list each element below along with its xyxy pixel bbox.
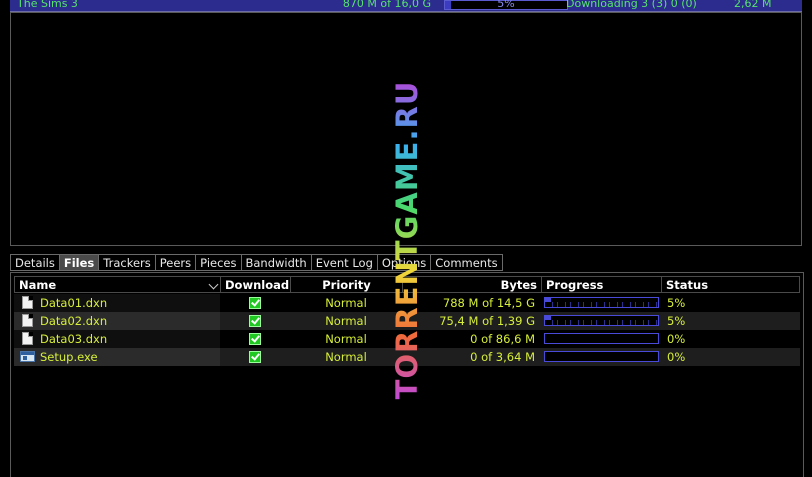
column-name-label: Name xyxy=(19,278,57,292)
watermark-text: TORRENTGAME.RU xyxy=(390,80,424,400)
file-priority[interactable]: Normal xyxy=(290,294,402,312)
file-progress-cell xyxy=(541,312,661,330)
file-name: Setup.exe xyxy=(40,350,98,364)
file-name: Data02.dxn xyxy=(40,314,108,328)
document-icon xyxy=(22,314,33,327)
detail-tabs: Details Files Trackers Peers Pieces Band… xyxy=(10,254,503,272)
file-name-cell: Data03.dxn xyxy=(14,330,220,348)
executable-icon xyxy=(20,351,35,362)
file-priority[interactable]: Normal xyxy=(290,348,402,366)
column-header-progress[interactable]: Progress xyxy=(541,276,662,293)
download-checkbox[interactable] xyxy=(249,333,261,345)
download-checkbox[interactable] xyxy=(249,351,261,363)
tab-event-log[interactable]: Event Log xyxy=(310,254,378,271)
tab-comments[interactable]: Comments xyxy=(430,254,503,271)
file-progress-bar xyxy=(544,315,659,326)
torrent-progress-label: 5% xyxy=(497,0,515,10)
download-checkbox[interactable] xyxy=(249,297,261,309)
column-header-name[interactable]: Name xyxy=(14,276,221,293)
file-progress-cell xyxy=(541,348,661,366)
download-checkbox[interactable] xyxy=(249,315,261,327)
file-progress-bar xyxy=(544,333,659,344)
column-header-status[interactable]: Status xyxy=(661,276,800,293)
file-progress-cell xyxy=(541,330,661,348)
tab-files[interactable]: Files xyxy=(58,254,100,271)
file-priority[interactable]: Normal xyxy=(290,330,402,348)
file-name: Data01.dxn xyxy=(40,296,108,310)
file-pieces-map xyxy=(545,302,658,307)
torrent-row[interactable]: The Sims 3 870 M of 16,0 G 5% Downloadin… xyxy=(10,0,802,12)
file-progress-fill xyxy=(545,316,551,320)
torrent-status: Downloading 3 (3) 0 (0) xyxy=(566,0,697,10)
tab-trackers[interactable]: Trackers xyxy=(98,254,156,271)
file-name-cell: Data02.dxn xyxy=(14,312,220,330)
document-icon xyxy=(22,332,33,345)
file-status: 0% xyxy=(667,350,686,364)
file-progress-cell xyxy=(541,294,661,312)
column-header-priority[interactable]: Priority xyxy=(290,276,403,293)
file-progress-bar xyxy=(544,297,659,308)
file-download-cell xyxy=(220,348,290,366)
file-progress-fill xyxy=(545,298,551,302)
torrent-size: 870 M of 16,0 G xyxy=(342,0,431,10)
file-status: 0% xyxy=(667,332,686,346)
torrent-progress-bar: 5% xyxy=(444,0,568,10)
tab-peers[interactable]: Peers xyxy=(154,254,197,271)
file-download-cell xyxy=(220,330,290,348)
file-name-cell: Setup.exe xyxy=(14,348,220,366)
document-icon xyxy=(22,296,33,309)
file-status: 5% xyxy=(667,296,686,310)
file-download-cell xyxy=(220,294,290,312)
watermark: TORRENTGAME.RU xyxy=(390,81,424,400)
tab-pieces[interactable]: Pieces xyxy=(195,254,242,271)
file-priority[interactable]: Normal xyxy=(290,312,402,330)
torrent-name: The Sims 3 xyxy=(17,0,78,10)
file-name: Data03.dxn xyxy=(40,332,108,346)
torrent-speed: 2,62 M xyxy=(734,0,772,10)
file-download-cell xyxy=(220,312,290,330)
file-pieces-map xyxy=(545,320,658,325)
column-header-download[interactable]: Download xyxy=(220,276,291,293)
chevron-down-icon xyxy=(208,279,219,290)
tab-details[interactable]: Details xyxy=(10,254,60,271)
file-name-cell: Data01.dxn xyxy=(14,294,220,312)
file-progress-bar xyxy=(544,351,659,362)
tab-bandwidth[interactable]: Bandwidth xyxy=(240,254,312,271)
file-status: 5% xyxy=(667,314,686,328)
